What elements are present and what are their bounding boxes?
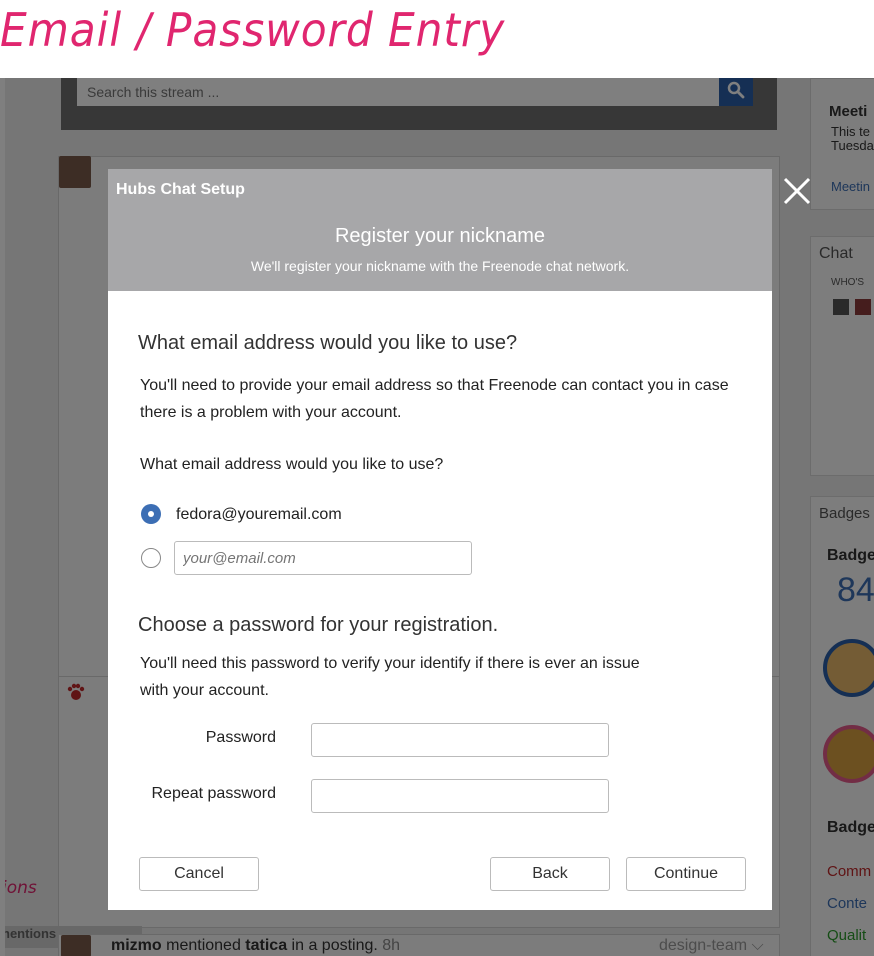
close-icon[interactable] — [782, 176, 812, 206]
password-input[interactable] — [311, 723, 609, 757]
dialog-header: Hubs Chat Setup Register your nickname W… — [108, 169, 772, 291]
password-description: You'll need this password to verify your… — [140, 655, 640, 699]
email-option-default-label[interactable]: fedora@youremail.com — [176, 501, 476, 528]
repeat-password-label: Repeat password — [151, 785, 276, 802]
dialog-app-title: Hubs Chat Setup — [116, 181, 245, 198]
email-question: What email address would you like to use… — [140, 456, 444, 473]
repeat-password-input[interactable] — [311, 779, 609, 813]
dialog-subheading: We'll register your nickname with the Fr… — [250, 258, 630, 274]
email-input[interactable] — [174, 541, 472, 575]
cancel-button[interactable]: Cancel — [139, 857, 259, 891]
back-button[interactable]: Back — [490, 857, 610, 891]
password-label: Password — [205, 729, 276, 746]
email-radio-default[interactable] — [141, 504, 161, 524]
email-section-title: What email address would you like to use… — [138, 332, 518, 354]
setup-dialog: Hubs Chat Setup Register your nickname W… — [108, 169, 772, 910]
password-section-title: Choose a password for your registration. — [138, 614, 499, 636]
page-title: Email / Password Entry — [0, 3, 506, 57]
continue-button[interactable]: Continue — [626, 857, 746, 891]
email-radio-custom[interactable] — [141, 548, 161, 568]
dialog-heading: Register your nickname — [334, 225, 546, 247]
email-description: You'll need to provide your email addres… — [140, 377, 729, 421]
